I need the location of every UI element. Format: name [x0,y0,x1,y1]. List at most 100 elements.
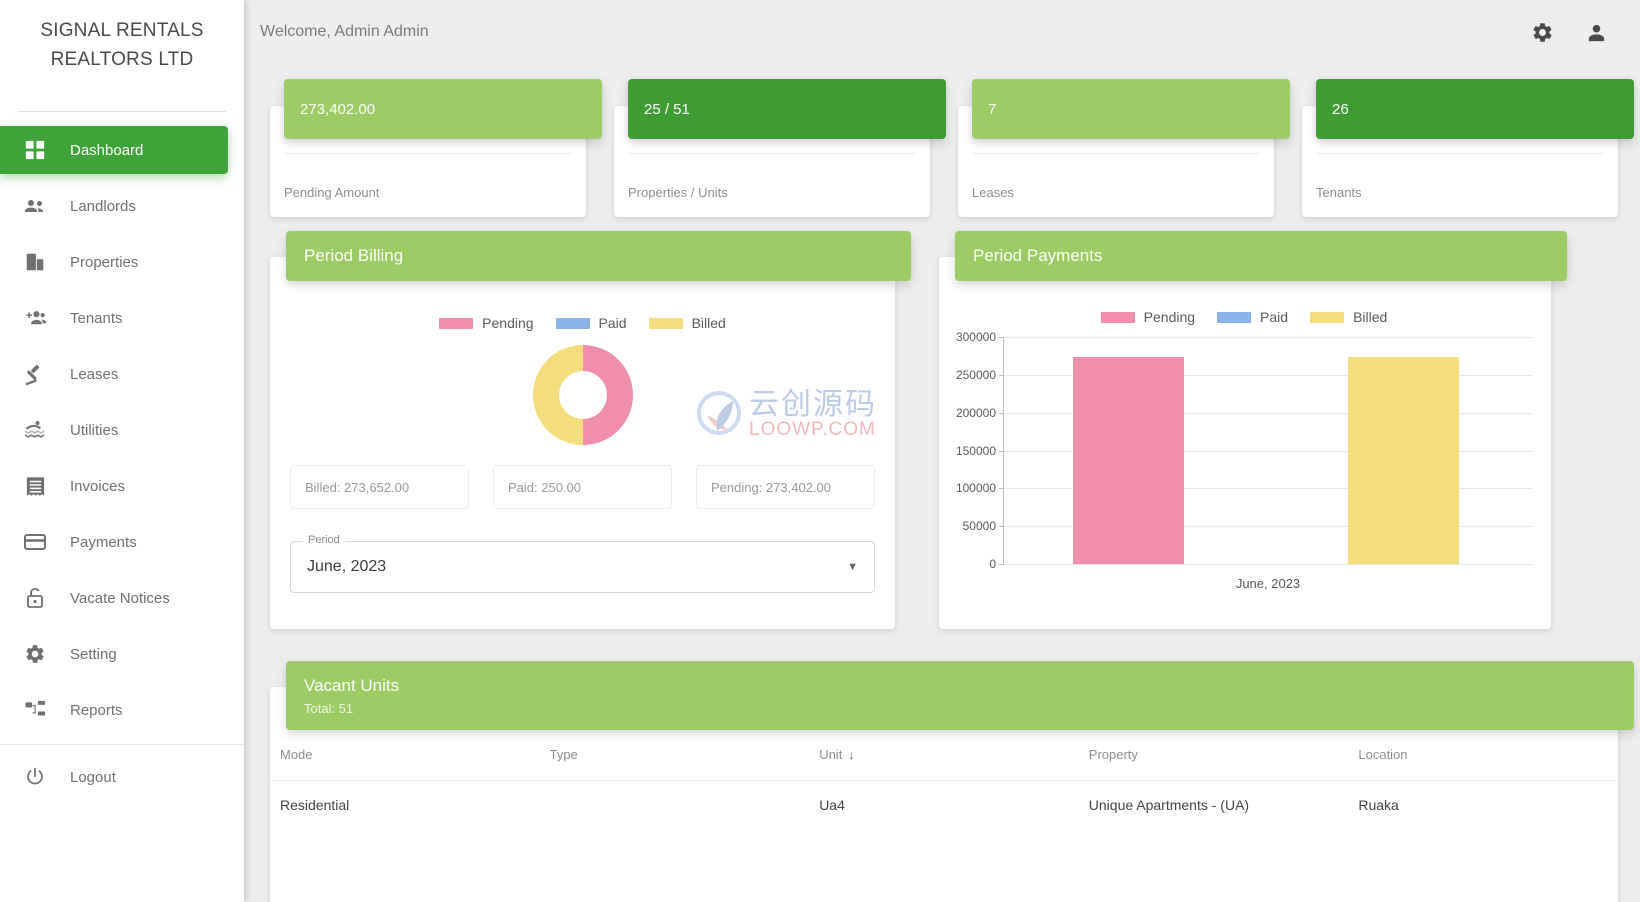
period-select-label: Period [303,534,345,546]
sidebar-item-setting[interactable]: Setting [0,630,228,678]
sidebar-item-invoices[interactable]: Invoices [0,462,228,510]
period-select-value: June, 2023 [307,558,386,576]
table-cell-mode: Residential [270,781,540,830]
sidebar-item-utilities[interactable]: Utilities [0,406,228,454]
legend-label: Pending [482,315,533,331]
watermark-leaf-icon [693,389,745,441]
table-cell-type [540,781,810,830]
stat-divider [972,153,1260,154]
period-select[interactable]: Period June, 2023 ▼ [290,541,875,593]
payments-legend-item[interactable]: Paid [1217,309,1288,325]
sidebar-item-properties[interactable]: Properties [0,238,228,286]
person-icon[interactable] [1576,12,1616,52]
power-icon [22,765,48,789]
stat-card-pending-amount: 273,402.00Pending Amount [270,106,586,217]
legend-label: Pending [1144,309,1195,325]
period-billing-title: Period Billing [304,245,893,267]
stat-divider [284,153,572,154]
utilities-icon [22,418,48,442]
table-cell-unit: Ua4 [809,781,1079,830]
period-payments-title: Period Payments [973,245,1549,267]
period-payments-panel: Period Payments PendingPaidBilled 050000… [939,257,1551,629]
watermark-logo: 云创源码 LOOWP.COM [693,389,877,441]
y-axis-tick: 250000 [956,368,1004,382]
sidebar-item-logout[interactable]: Logout [0,753,228,801]
sidebar-item-tenants[interactable]: Tenants [0,294,228,342]
stat-value-banner: 25 / 51 [628,79,946,139]
payments-legend-item[interactable]: Billed [1310,309,1387,325]
sidebar-item-leases[interactable]: Leases [0,350,228,398]
sidebar-item-label: Dashboard [70,142,143,159]
vacant-units-header: Vacant Units Total: 51 [286,661,1634,730]
gear-icon [22,642,48,666]
person-add-icon [22,306,48,330]
sidebar-item-label: Properties [70,254,138,271]
watermark-text: 云创源码 LOOWP.COM [749,390,877,440]
sidebar-nav: Dashboard Landlords Properties Tenants Lease… [0,118,244,809]
legend-swatch [649,318,683,329]
legend-swatch [439,318,473,329]
sidebar-item-payments[interactable]: Payments [0,518,228,566]
sidebar-logout-divider [0,744,244,745]
legend-swatch [1217,312,1251,323]
billing-donut-chart [531,343,635,447]
vacant-units-total: Total: 51 [304,701,1616,716]
sidebar-item-label: Logout [70,769,116,786]
sidebar-item-landlords[interactable]: Landlords [0,182,228,230]
billing-legend-item[interactable]: Billed [649,315,726,331]
sidebar-item-label: Tenants [70,310,123,327]
vacant-units-title: Vacant Units [304,675,1616,697]
sidebar-item-label: Utilities [70,422,118,439]
legend-label: Paid [1260,309,1288,325]
gear-icon[interactable] [1522,12,1562,52]
sidebar-item-label: Payments [70,534,137,551]
brand-title: SIGNAL RENTALS REALTORS LTD [0,0,244,78]
period-billing-header: Period Billing [286,231,911,281]
main-area: Welcome, Admin Admin 273,402.00Pending A… [244,0,1640,902]
arrow-down-icon[interactable]: ↓ [848,748,854,762]
table-header-label: Unit [819,747,842,762]
billing-legend: Pending Paid Billed [286,315,879,331]
period-billing-panel: Period Billing PendingPaidBilled [270,257,895,629]
sidebar-item-reports[interactable]: Reports [0,686,228,734]
stat-card-properties-units: 25 / 51Properties / Units [614,106,930,217]
billing-legend-item[interactable]: Paid [556,315,627,331]
bar-billed[interactable] [1348,357,1459,564]
sidebar-item-label: Landlords [70,198,136,215]
y-gridline [1004,564,1533,565]
building-icon [22,250,48,274]
billing-amount-box: Billed: 273,652.00 [290,465,469,509]
welcome-text: Welcome, Admin Admin [260,23,429,41]
sidebar-item-label: Invoices [70,478,125,495]
watermark-cn: 云创源码 [749,390,877,420]
stat-divider [1316,153,1604,154]
lock-open-icon [22,586,48,610]
table-header-label: Mode [280,747,313,762]
payments-bar-chart: 050000100000150000200000250000300000 Jun… [951,337,1537,599]
receipt-icon [22,474,48,498]
y-axis-tick: 300000 [956,330,1004,344]
y-axis-tick: 100000 [956,481,1004,495]
billing-legend-item[interactable]: Pending [439,315,533,331]
payments-legend-item[interactable]: Pending [1101,309,1195,325]
sidebar-item-vacate-notices[interactable]: Vacate Notices [0,574,228,622]
legend-label: Paid [599,315,627,331]
bar-pending[interactable] [1073,357,1184,564]
legend-swatch [1310,312,1344,323]
stat-cards: 273,402.00Pending Amount25 / 51Propertie… [270,64,1618,217]
app-root: SIGNAL RENTALS REALTORS LTD Dashboard Lan… [0,0,1640,902]
table-body: ResidentialUa4Unique Apartments - (UA)Ru… [270,781,1618,830]
chevron-down-icon[interactable]: ▼ [847,561,858,573]
sidebar-item-dashboard[interactable]: Dashboard [0,126,228,174]
sidebar-item-label: Leases [70,366,118,383]
period-billing-body: Pending Paid Billed [270,287,895,629]
report-tree-icon [22,698,48,722]
table-header-label: Location [1358,747,1407,762]
legend-label: Billed [1353,309,1387,325]
table-row[interactable]: ResidentialUa4Unique Apartments - (UA)Ru… [270,781,1618,830]
gavel-icon [22,362,48,386]
sidebar-divider [18,111,226,112]
stat-caption: Pending Amount [284,185,379,200]
watermark-en: LOOWP.COM [749,420,877,440]
stat-caption: Properties / Units [628,185,728,200]
